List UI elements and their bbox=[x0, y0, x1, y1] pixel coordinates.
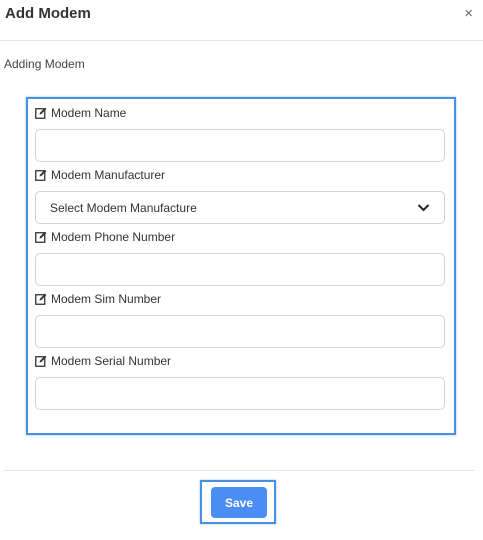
modem-name-label: Modem Name bbox=[35, 106, 126, 120]
modem-form: Modem Name Modem Manufacturer Select Mod… bbox=[26, 97, 456, 435]
modem-manufacturer-select[interactable]: Select Modem Manufacture bbox=[35, 191, 445, 224]
modal-header: Add Modem × bbox=[0, 0, 483, 41]
modem-phone-number-label-text: Modem Phone Number bbox=[51, 230, 176, 244]
modem-sim-number-label: Modem Sim Number bbox=[35, 292, 161, 306]
add-modem-modal: Add Modem × Adding Modem Modem Name Mode… bbox=[0, 0, 483, 540]
chevron-down-icon bbox=[417, 201, 430, 214]
modem-serial-number-input[interactable] bbox=[35, 377, 445, 410]
modem-serial-number-label: Modem Serial Number bbox=[35, 354, 171, 368]
modem-serial-number-label-text: Modem Serial Number bbox=[51, 354, 172, 368]
edit-icon bbox=[35, 293, 47, 305]
modem-manufacturer-selected: Select Modem Manufacture bbox=[50, 200, 197, 215]
modem-sim-number-label-text: Modem Sim Number bbox=[51, 292, 162, 306]
modem-manufacturer-label: Modem Manufacturer bbox=[35, 168, 165, 182]
edit-icon bbox=[35, 107, 47, 119]
footer-divider bbox=[4, 470, 474, 471]
modem-sim-number-input[interactable] bbox=[35, 315, 445, 348]
modem-manufacturer-label-text: Modem Manufacturer bbox=[51, 168, 166, 182]
save-button-highlight: Save bbox=[200, 480, 276, 524]
modem-phone-number-input[interactable] bbox=[35, 253, 445, 286]
save-button[interactable]: Save bbox=[211, 487, 267, 518]
edit-icon bbox=[35, 231, 47, 243]
modem-name-label-text: Modem Name bbox=[51, 106, 127, 120]
modem-name-input[interactable] bbox=[35, 129, 445, 162]
edit-icon bbox=[35, 169, 47, 181]
modem-phone-number-label: Modem Phone Number bbox=[35, 230, 175, 244]
modal-title: Add Modem bbox=[5, 5, 91, 22]
modal-subtitle: Adding Modem bbox=[4, 57, 85, 71]
edit-icon bbox=[35, 355, 47, 367]
close-button[interactable]: × bbox=[464, 6, 473, 21]
